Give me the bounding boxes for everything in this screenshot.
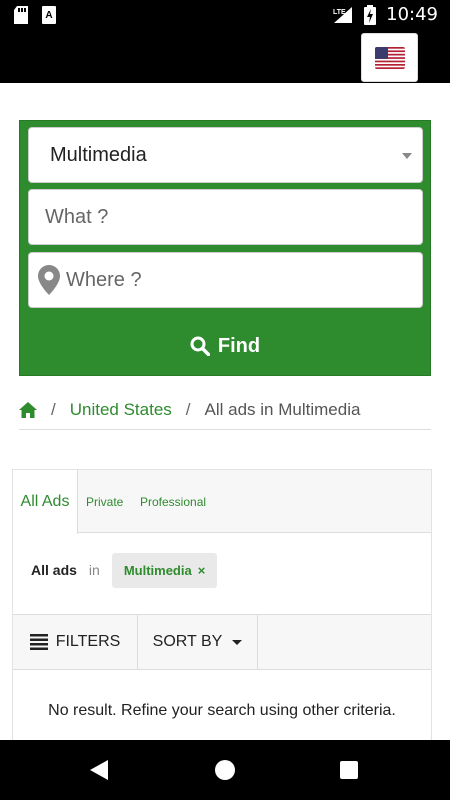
clock: 10:49: [386, 4, 438, 25]
signal-icon: LTE: [333, 6, 353, 23]
filters-button[interactable]: FILTERS: [13, 615, 138, 669]
sort-label: SORT BY: [152, 633, 223, 650]
ad-type-tabs: All Ads Private Professional: [13, 470, 431, 534]
find-label: Find: [217, 334, 261, 357]
location-pin-icon: [38, 265, 60, 295]
tab-private[interactable]: Private: [86, 470, 123, 533]
category-filter-chip[interactable]: Multimedia ×: [111, 552, 218, 588]
breadcrumb-country-link[interactable]: United States: [70, 400, 172, 420]
svg-text:A: A: [45, 10, 52, 21]
filters-label: FILTERS: [55, 633, 121, 650]
search-panel: Multimedia What ? Where ? Find: [19, 120, 431, 376]
language-button[interactable]: [361, 33, 418, 82]
results-panel: All Ads Private Professional All ads in …: [12, 469, 432, 769]
list-icon: [29, 634, 48, 650]
sd-card-icon: [14, 6, 28, 24]
tab-all-ads[interactable]: All Ads: [13, 470, 78, 534]
what-input[interactable]: What ?: [28, 189, 423, 245]
app-bar: [0, 31, 450, 83]
breadcrumb: / United States / All ads in Multimedia: [19, 390, 431, 430]
svg-text:LTE: LTE: [333, 9, 346, 16]
category-select[interactable]: Multimedia: [28, 127, 423, 183]
breadcrumb-separator: /: [185, 399, 191, 419]
tab-professional[interactable]: Professional: [140, 470, 206, 533]
home-circle-icon[interactable]: [215, 760, 235, 780]
battery-charging-icon: [364, 4, 377, 25]
breadcrumb-current: All ads in Multimedia: [204, 399, 361, 419]
us-flag-icon: [374, 46, 405, 69]
what-placeholder: What ?: [45, 205, 109, 228]
find-button[interactable]: Find: [20, 316, 430, 376]
recent-apps-icon[interactable]: [340, 761, 358, 779]
empty-results-message: No result. Refine your search using othe…: [48, 702, 396, 719]
back-icon[interactable]: [90, 760, 108, 780]
breadcrumb-separator: /: [51, 399, 56, 419]
chip-label: Multimedia: [123, 562, 192, 578]
caret-down-icon: [232, 639, 243, 645]
where-input[interactable]: Where ?: [28, 252, 423, 308]
sort-button[interactable]: SORT BY: [138, 615, 258, 669]
keyboard-a-icon: A: [42, 6, 56, 24]
filter-label: All ads: [31, 562, 77, 578]
where-placeholder: Where ?: [66, 268, 142, 291]
status-bar: A LTE 10:49: [0, 0, 450, 31]
navigation-bar: [0, 740, 450, 800]
active-filters: All ads in Multimedia ×: [13, 550, 431, 590]
filter-in-text: in: [88, 562, 100, 578]
chevron-down-icon: [402, 153, 412, 159]
results-toolbar: FILTERS SORT BY: [13, 614, 431, 670]
close-icon[interactable]: ×: [198, 563, 206, 578]
search-icon: [190, 336, 210, 356]
home-icon[interactable]: [19, 401, 37, 418]
category-value: Multimedia: [50, 143, 147, 166]
